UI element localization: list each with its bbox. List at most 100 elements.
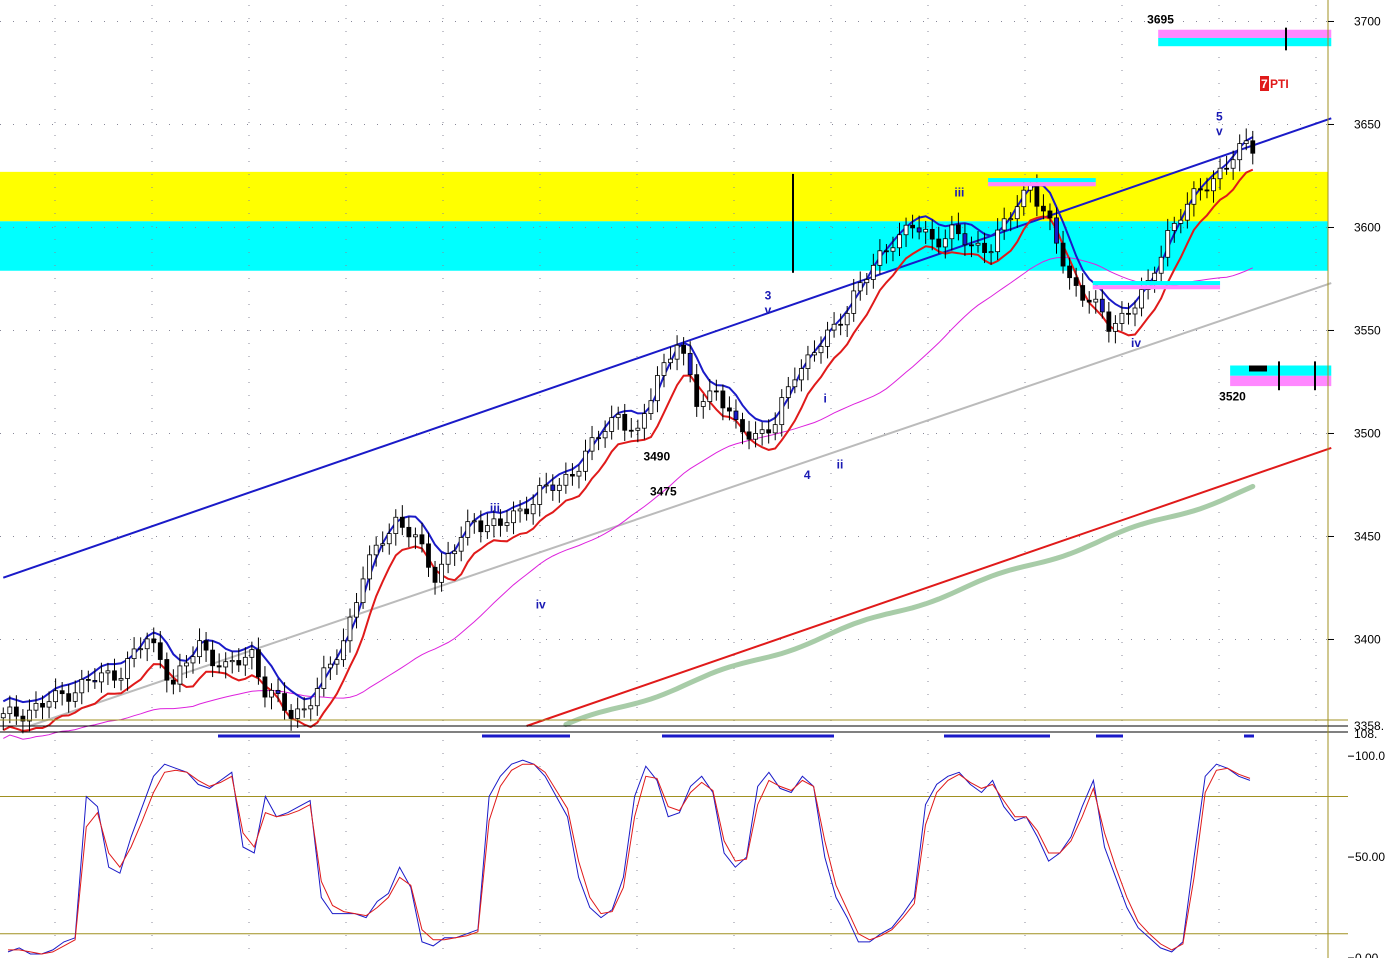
- candle-body: [367, 554, 373, 580]
- candle-body: [1139, 289, 1144, 309]
- candle-body: [125, 658, 130, 679]
- candle-body: [844, 312, 850, 326]
- axis-tick-label: 0.00: [1355, 951, 1379, 958]
- candle-body: [727, 407, 732, 412]
- candle-body: [1224, 167, 1230, 170]
- candle-body: [256, 649, 261, 678]
- candle-body: [602, 431, 608, 439]
- candle-body: [1041, 205, 1046, 212]
- candle-body: [465, 521, 471, 538]
- axis-tick-label: 3500: [1354, 426, 1381, 440]
- candle-body: [655, 375, 660, 402]
- candle-body: [288, 709, 294, 719]
- candle-body: [1021, 189, 1027, 208]
- candle-body: [419, 534, 425, 545]
- candle-body: [962, 233, 968, 246]
- candle-body: [772, 424, 778, 434]
- candle-body: [615, 413, 621, 419]
- candle-body: [295, 708, 301, 719]
- candle-body: [550, 484, 556, 491]
- candle-body: [1217, 167, 1223, 180]
- candle-body: [910, 224, 915, 229]
- candle-body: [354, 602, 359, 618]
- candle-body: [236, 660, 242, 666]
- candle-body: [694, 374, 700, 407]
- candle-body: [249, 649, 255, 658]
- axis-tick-label: 3700: [1354, 14, 1381, 28]
- candle-body: [1086, 299, 1092, 303]
- candle-body: [1184, 203, 1190, 221]
- level-box-top: [988, 178, 1096, 183]
- candle-body: [648, 400, 654, 414]
- candle-body: [1211, 178, 1216, 192]
- candle-body: [1158, 256, 1164, 274]
- candle-body: [1198, 188, 1203, 191]
- candle-body: [661, 362, 667, 376]
- candle-body: [785, 386, 791, 398]
- axis-tick-label: 3400: [1354, 632, 1381, 646]
- level-box-bottom: [1230, 375, 1332, 387]
- pti-badge: 7 PTI: [1260, 76, 1289, 91]
- candle-body: [308, 705, 314, 710]
- candle-body: [916, 227, 922, 233]
- axis-tick-label: 100.0: [1355, 749, 1385, 763]
- candle-body: [118, 678, 124, 681]
- wave-label: 3: [765, 289, 772, 303]
- level-box-bottom: [988, 182, 1096, 187]
- stochastic-panel: [0, 731, 1348, 958]
- candle-body: [831, 323, 837, 331]
- axis-tick-label: 3600: [1354, 220, 1381, 234]
- candle-body: [1165, 230, 1171, 258]
- candle-body: [707, 390, 713, 402]
- candle-body: [334, 659, 340, 665]
- candle-body: [720, 390, 726, 409]
- wave-label: iii: [490, 501, 500, 515]
- candle-body: [1093, 298, 1099, 303]
- candle-body: [138, 648, 144, 651]
- candle-body: [321, 667, 327, 689]
- candle-body: [641, 413, 647, 429]
- candle-body: [229, 660, 235, 663]
- candle-body: [223, 661, 229, 668]
- zone-yellow: [0, 171, 1328, 222]
- candle-body: [681, 344, 687, 354]
- pti-text: PTI: [1270, 77, 1289, 91]
- candle-body: [157, 642, 163, 660]
- slow-moving-average: [3, 256, 1254, 740]
- candle-body: [975, 242, 981, 246]
- candle-body: [583, 450, 588, 472]
- candle-body: [995, 229, 1001, 253]
- candle-body: [805, 354, 811, 369]
- candle-body: [969, 244, 974, 247]
- candle-body: [877, 250, 883, 266]
- level-box-bottom: [1158, 37, 1332, 47]
- price-label: 3490: [643, 449, 670, 463]
- candle-body: [890, 247, 896, 252]
- candle-body: [936, 238, 942, 248]
- candle-body: [439, 563, 444, 583]
- candle-body: [360, 578, 366, 604]
- wave-label: iv: [536, 598, 546, 612]
- candle-body: [98, 672, 104, 683]
- candle-body: [674, 344, 680, 360]
- candle-body: [622, 413, 628, 431]
- stoch-k-line: [7, 759, 1251, 955]
- wave-label: v: [765, 303, 772, 317]
- candle-body: [498, 518, 503, 526]
- candle-body: [177, 665, 183, 685]
- candle-body: [484, 525, 490, 533]
- candle-body: [1067, 265, 1072, 279]
- candle-body: [838, 323, 844, 326]
- candle-body: [66, 693, 72, 702]
- candle-body: [27, 709, 32, 722]
- candle-body: [380, 543, 386, 546]
- candle-body: [955, 224, 961, 235]
- candle-body: [72, 692, 78, 702]
- candle-body: [1178, 219, 1184, 224]
- axis-tick-label: 3450: [1354, 529, 1381, 543]
- long-moving-average: [563, 483, 1256, 727]
- candle-body: [988, 251, 994, 254]
- candle-body: [570, 473, 575, 477]
- candle-body: [1152, 272, 1158, 281]
- candle-body: [864, 279, 870, 284]
